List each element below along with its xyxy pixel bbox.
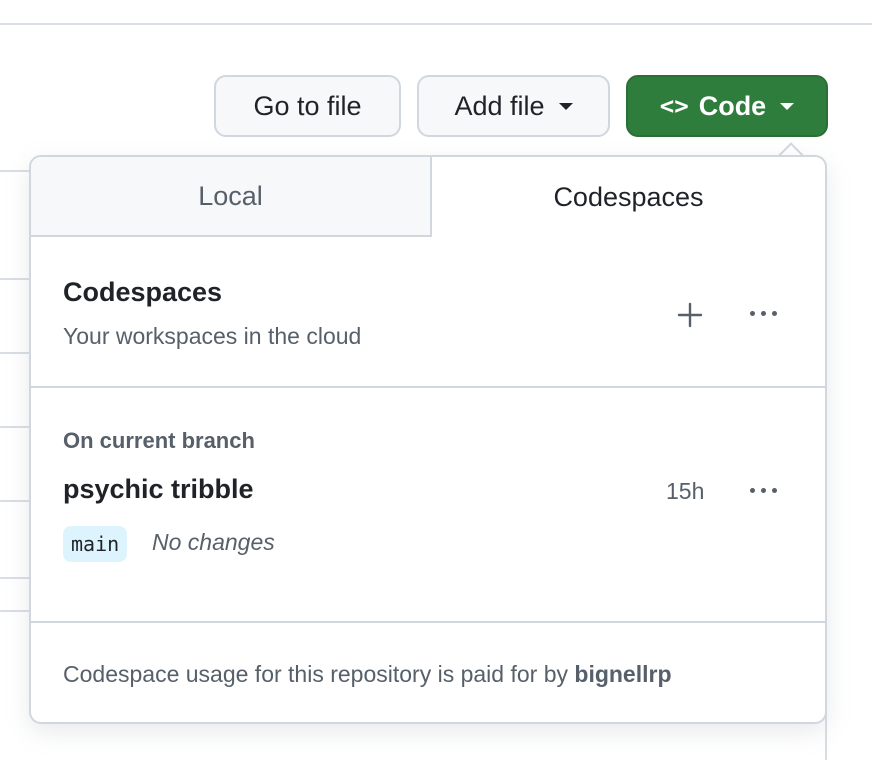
caret-down-icon bbox=[780, 102, 795, 110]
go-to-file-button[interactable]: Go to file bbox=[214, 75, 401, 137]
code-dropdown-panel: Local Codespaces Codespaces Your workspa… bbox=[29, 155, 827, 724]
code-icon: <> bbox=[659, 92, 689, 120]
codespace-name: psychic tribble bbox=[63, 474, 254, 504]
codespaces-subtitle: Your workspaces in the cloud bbox=[63, 323, 362, 349]
top-divider bbox=[0, 0, 872, 25]
current-branch-section: On current branch psychic tribble 15h ma… bbox=[31, 388, 825, 623]
add-file-label: Add file bbox=[454, 90, 545, 121]
code-button[interactable]: <> Code bbox=[626, 75, 828, 137]
caret-down-icon bbox=[558, 102, 573, 110]
codespace-time: 15h bbox=[666, 478, 705, 504]
code-label: Code bbox=[698, 90, 767, 121]
codespace-item[interactable]: psychic tribble 15h main No changes bbox=[31, 474, 825, 584]
billing-owner: bignellrp bbox=[574, 661, 672, 687]
kebab-icon[interactable] bbox=[741, 291, 785, 335]
tab-codespaces[interactable]: Codespaces bbox=[430, 157, 825, 237]
codespaces-title: Codespaces bbox=[63, 277, 223, 307]
section-label: On current branch bbox=[63, 428, 255, 453]
kebab-icon[interactable] bbox=[741, 468, 785, 512]
dropdown-tabs: Local Codespaces bbox=[31, 157, 825, 237]
billing-text: Codespace usage for this repository is p… bbox=[63, 661, 575, 687]
branch-badge: main bbox=[63, 526, 128, 562]
plus-icon[interactable] bbox=[668, 293, 712, 337]
codespace-status: No changes bbox=[152, 529, 275, 555]
codespaces-header: Codespaces Your workspaces in the cloud bbox=[31, 237, 825, 388]
go-to-file-label: Go to file bbox=[253, 90, 362, 121]
tab-local[interactable]: Local bbox=[31, 157, 430, 237]
add-file-button[interactable]: Add file bbox=[417, 75, 610, 137]
billing-note: Codespace usage for this repository is p… bbox=[63, 661, 672, 688]
